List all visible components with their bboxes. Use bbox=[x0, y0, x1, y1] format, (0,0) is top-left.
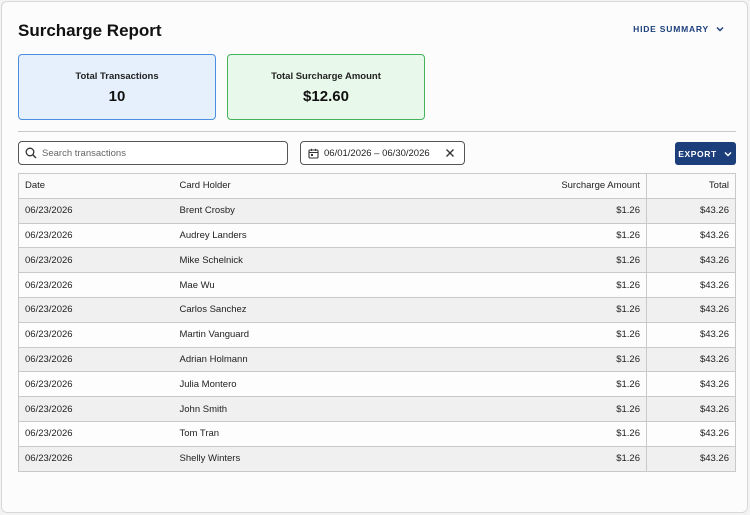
export-button[interactable]: EXPORT bbox=[675, 142, 736, 165]
cell-date: 06/23/2026 bbox=[18, 198, 174, 224]
total-transactions-value: 10 bbox=[108, 88, 126, 105]
cell-surcharge: $1.26 bbox=[373, 198, 647, 224]
cell-surcharge: $1.26 bbox=[373, 322, 647, 348]
cell-date: 06/23/2026 bbox=[18, 421, 174, 447]
table-row[interactable]: 06/23/2026 Tom Tran $1.26 $43.26 bbox=[18, 421, 736, 447]
cell-card-holder: Mae Wu bbox=[173, 272, 374, 298]
cell-total: $43.26 bbox=[646, 247, 736, 274]
cell-date: 06/23/2026 bbox=[18, 446, 174, 472]
table-row[interactable]: 06/23/2026 John Smith $1.26 $43.26 bbox=[18, 396, 736, 422]
cell-card-holder: Mike Schelnick bbox=[173, 247, 374, 274]
date-range-picker[interactable]: 06/01/2026 – 06/30/2026 bbox=[300, 141, 465, 165]
total-surcharge-value: $12.60 bbox=[303, 88, 349, 105]
hide-summary-button[interactable]: HIDE SUMMARY bbox=[633, 24, 725, 34]
column-header-surcharge[interactable]: Surcharge Amount bbox=[373, 173, 647, 199]
table-row[interactable]: 06/23/2026 Martin Vanguard $1.26 $43.26 bbox=[18, 322, 736, 348]
cell-surcharge: $1.26 bbox=[373, 297, 647, 323]
cell-surcharge: $1.26 bbox=[373, 223, 647, 249]
cell-date: 06/23/2026 bbox=[18, 322, 174, 348]
table-row[interactable]: 06/23/2026 Adrian Holmann $1.26 $43.26 bbox=[18, 347, 736, 373]
table-row[interactable]: 06/23/2026 Audrey Landers $1.26 $43.26 bbox=[18, 223, 736, 249]
cell-card-holder: John Smith bbox=[173, 396, 374, 422]
chevron-down-icon bbox=[724, 151, 732, 157]
cell-total: $43.26 bbox=[646, 371, 736, 398]
date-range-value: 06/01/2026 – 06/30/2026 bbox=[324, 147, 430, 159]
table-row[interactable]: 06/23/2026 Mae Wu $1.26 $43.26 bbox=[18, 272, 736, 298]
search-box[interactable] bbox=[18, 141, 288, 165]
cell-card-holder: Brent Crosby bbox=[173, 198, 374, 224]
cell-surcharge: $1.26 bbox=[373, 272, 647, 298]
table-row[interactable]: 06/23/2026 Julia Montero $1.26 $43.26 bbox=[18, 371, 736, 398]
cell-card-holder: Carlos Sanchez bbox=[173, 297, 374, 323]
cell-card-holder: Audrey Landers bbox=[173, 223, 374, 249]
total-transactions-label: Total Transactions bbox=[75, 71, 159, 82]
cell-surcharge: $1.26 bbox=[373, 396, 647, 422]
table-row[interactable]: 06/23/2026 Shelly Winters $1.26 $43.26 bbox=[18, 446, 736, 472]
cell-total: $43.26 bbox=[646, 322, 736, 348]
cell-total: $43.26 bbox=[646, 223, 736, 249]
cell-date: 06/23/2026 bbox=[18, 272, 174, 298]
search-input[interactable] bbox=[42, 147, 272, 159]
total-surcharge-card: Total Surcharge Amount $12.60 bbox=[227, 54, 425, 120]
hide-summary-label: HIDE SUMMARY bbox=[633, 24, 709, 34]
total-transactions-card: Total Transactions 10 bbox=[18, 54, 216, 120]
cell-total: $43.26 bbox=[646, 446, 736, 472]
close-icon[interactable] bbox=[445, 148, 455, 158]
cell-surcharge: $1.26 bbox=[373, 371, 647, 398]
page-title: Surcharge Report bbox=[18, 21, 162, 40]
export-label: EXPORT bbox=[678, 148, 717, 159]
total-surcharge-label: Total Surcharge Amount bbox=[271, 71, 381, 82]
cell-surcharge: $1.26 bbox=[373, 247, 647, 274]
cell-date: 06/23/2026 bbox=[18, 223, 174, 249]
column-header-date[interactable]: Date bbox=[18, 173, 174, 199]
cell-surcharge: $1.26 bbox=[373, 347, 647, 373]
cell-date: 06/23/2026 bbox=[18, 247, 174, 274]
table-row[interactable]: 06/23/2026 Mike Schelnick $1.26 $43.26 bbox=[18, 247, 736, 274]
table-row[interactable]: 06/23/2026 Brent Crosby $1.26 $43.26 bbox=[18, 198, 736, 224]
cell-total: $43.26 bbox=[646, 198, 736, 224]
search-icon bbox=[25, 147, 37, 159]
cell-card-holder: Julia Montero bbox=[173, 371, 374, 398]
cell-date: 06/23/2026 bbox=[18, 396, 174, 422]
cell-total: $43.26 bbox=[646, 396, 736, 422]
table-row[interactable]: 06/23/2026 Carlos Sanchez $1.26 $43.26 bbox=[18, 297, 736, 323]
cell-total: $43.26 bbox=[646, 347, 736, 373]
cell-date: 06/23/2026 bbox=[18, 347, 174, 373]
cell-date: 06/23/2026 bbox=[18, 297, 174, 323]
cell-card-holder: Tom Tran bbox=[173, 421, 374, 447]
cell-date: 06/23/2026 bbox=[18, 371, 174, 398]
cell-total: $43.26 bbox=[646, 297, 736, 323]
column-header-total[interactable]: Total bbox=[646, 173, 736, 199]
cell-surcharge: $1.26 bbox=[373, 446, 647, 472]
table-header-row: Date Card Holder Surcharge Amount Total bbox=[18, 173, 736, 199]
cell-card-holder: Martin Vanguard bbox=[173, 322, 374, 348]
cell-card-holder: Shelly Winters bbox=[173, 446, 374, 472]
transactions-table: Date Card Holder Surcharge Amount Total … bbox=[18, 173, 736, 472]
calendar-icon bbox=[308, 148, 319, 159]
chevron-down-icon bbox=[716, 26, 724, 32]
summary-divider bbox=[18, 131, 736, 132]
report-window: Surcharge Report HIDE SUMMARY Total Tran… bbox=[1, 1, 748, 513]
column-header-card-holder[interactable]: Card Holder bbox=[173, 173, 374, 199]
cell-total: $43.26 bbox=[646, 272, 736, 298]
cell-card-holder: Adrian Holmann bbox=[173, 347, 374, 373]
cell-total: $43.26 bbox=[646, 421, 736, 447]
cell-surcharge: $1.26 bbox=[373, 421, 647, 447]
